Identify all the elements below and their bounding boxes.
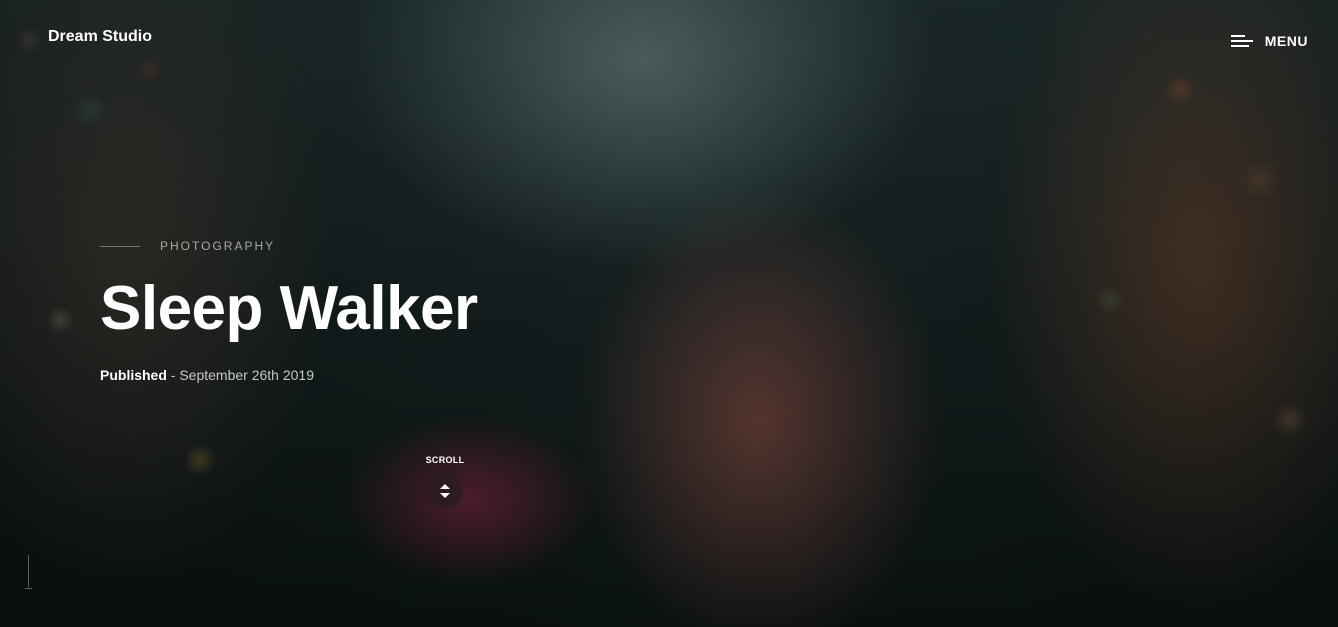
post-meta: Published - September 26th 2019 — [100, 367, 314, 383]
scroll-label[interactable]: SCROLL — [420, 455, 470, 465]
site-logo[interactable]: Dream Studio — [48, 28, 152, 46]
published-label: Published — [100, 367, 167, 383]
category-divider — [100, 245, 140, 247]
published-date: - September 26th 2019 — [170, 367, 315, 383]
menu-label[interactable]: MENU — [1265, 33, 1308, 49]
side-scroll-indicator — [25, 555, 32, 589]
scroll-button[interactable]: SCROLL — [420, 455, 470, 509]
scroll-circle[interactable] — [427, 473, 463, 509]
category-row: PHOTOGRAPHY — [100, 239, 275, 253]
menu-button[interactable]: MENU — [1230, 33, 1308, 49]
hero-section: Dream Studio MENU PHOTOGRAPHY Sleep Walk… — [0, 0, 1338, 627]
page-title: Sleep Walker — [100, 274, 478, 343]
hamburger-icon[interactable] — [1230, 33, 1253, 49]
category-label[interactable]: PHOTOGRAPHY — [160, 239, 275, 253]
up-down-arrows-icon — [440, 484, 450, 498]
